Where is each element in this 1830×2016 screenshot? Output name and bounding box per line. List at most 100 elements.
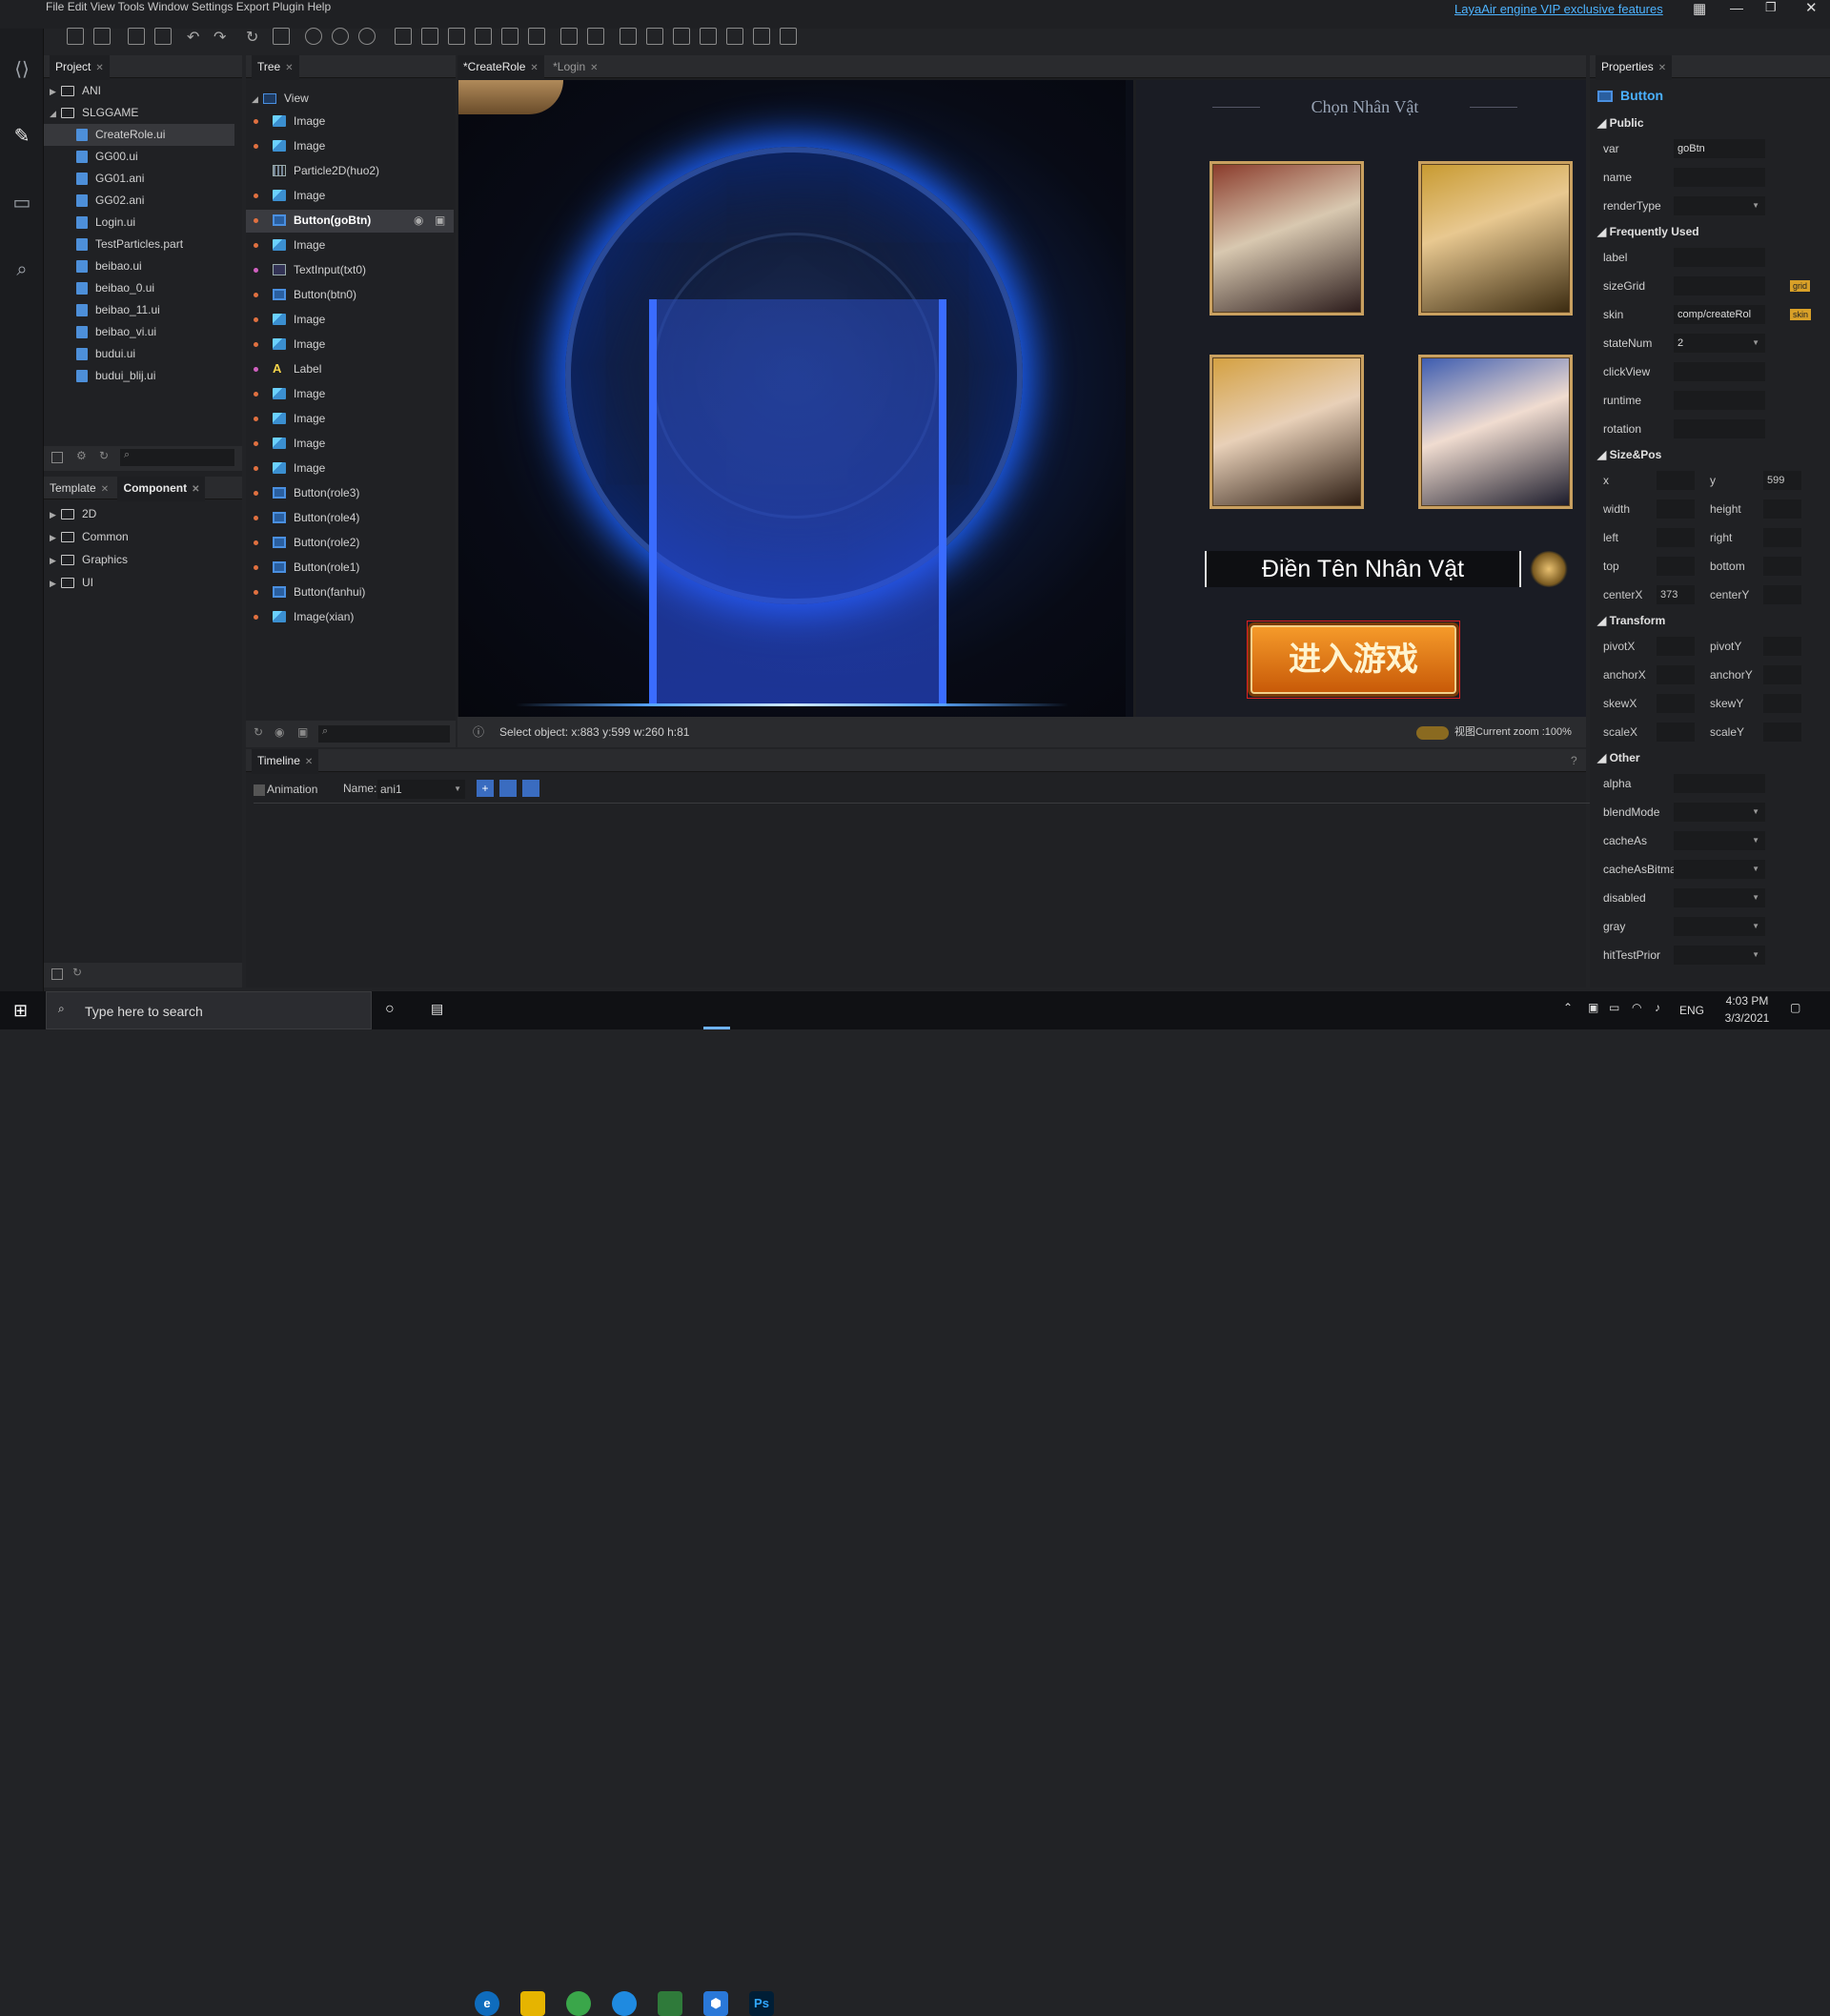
section-frequent[interactable]: ◢ Frequently Used — [1590, 221, 1780, 242]
distribute-v-icon[interactable] — [587, 28, 604, 45]
rotation-input[interactable] — [1674, 419, 1765, 438]
tray-chevron-icon[interactable]: ⌃ — [1563, 1001, 1573, 1014]
collapse-components-icon[interactable] — [51, 968, 63, 980]
layaair-taskbar-icon[interactable]: ⬢ — [703, 1991, 728, 2016]
align-top-icon[interactable] — [475, 28, 492, 45]
tab-login[interactable]: *Login ✕ — [547, 55, 603, 80]
component-folder[interactable]: ▶ Graphics — [44, 549, 128, 571]
search-icon[interactable]: ⌕ — [8, 255, 36, 284]
tree-node[interactable]: Image — [246, 433, 454, 456]
component-folder[interactable]: ▶ 2D — [44, 503, 96, 525]
close-window-icon[interactable]: ✕ — [1805, 0, 1818, 16]
wifi-icon[interactable]: ◠ — [1632, 1001, 1641, 1014]
tree-root-view[interactable]: ◢ View — [252, 88, 309, 110]
browser-icon[interactable] — [566, 1991, 591, 2016]
refresh-project-icon[interactable]: ↻ — [99, 449, 109, 462]
anchorx-input[interactable] — [1657, 665, 1695, 684]
menu-help[interactable]: Help — [307, 0, 331, 13]
tray-app-icon[interactable]: ▣ — [1588, 1001, 1598, 1014]
y-input[interactable]: 599 — [1763, 471, 1801, 490]
refresh-components-icon[interactable]: ↻ — [72, 966, 82, 979]
blendmode-select[interactable] — [1674, 803, 1765, 822]
gray-select[interactable] — [1674, 917, 1765, 936]
tree-node[interactable]: Image(xian) — [246, 606, 454, 629]
project-file[interactable]: GG02.ani — [44, 190, 234, 212]
align-bottom-icon[interactable] — [528, 28, 545, 45]
x-input[interactable] — [1657, 471, 1695, 490]
project-folder[interactable]: ◢ SLGGAME — [44, 102, 234, 124]
taskbar-search[interactable]: ⌕ Type here to search — [46, 991, 372, 1029]
skewx-input[interactable] — [1657, 694, 1695, 713]
section-other[interactable]: ◢ Other — [1590, 747, 1780, 768]
project-file[interactable]: GG01.ani — [44, 168, 234, 190]
project-file[interactable]: CreateRole.ui — [44, 124, 234, 146]
size-width-icon[interactable] — [646, 28, 663, 45]
centerx-input[interactable]: 373 — [1657, 585, 1695, 604]
bottom-input[interactable] — [1763, 557, 1801, 576]
component-folder[interactable]: ▶ Common — [44, 526, 129, 548]
label-input[interactable] — [1674, 248, 1765, 267]
lock-icon[interactable]: ▣ — [297, 725, 308, 739]
scalex-input[interactable] — [1657, 723, 1695, 742]
tree-node[interactable]: Button(fanhui) — [246, 581, 454, 604]
tree-node[interactable]: Button(role1) — [246, 557, 454, 580]
tree-node[interactable]: Image — [246, 135, 454, 158]
tree-node[interactable]: Button(role4) — [246, 507, 454, 530]
align-right-icon[interactable] — [448, 28, 465, 45]
size-height-icon[interactable] — [673, 28, 690, 45]
pivotx-input[interactable] — [1657, 637, 1695, 656]
menu-settings[interactable]: Settings — [192, 0, 233, 13]
centery-input[interactable] — [1763, 585, 1801, 604]
cacheasbitmap-select[interactable] — [1674, 860, 1765, 879]
role2-portrait[interactable] — [1418, 161, 1573, 316]
project-file[interactable]: beibao_0.ui — [44, 277, 234, 299]
rendertype-select[interactable] — [1674, 196, 1765, 215]
component-folder[interactable]: ▶ UI — [44, 572, 93, 594]
statenum-select[interactable]: 2 — [1674, 334, 1765, 353]
chat-icon[interactable]: ▭ — [8, 189, 36, 217]
section-sizepos[interactable]: ◢ Size&Pos — [1590, 444, 1780, 465]
restore-icon[interactable]: ❐ — [1765, 0, 1777, 15]
language-indicator[interactable]: ENG — [1679, 1004, 1704, 1017]
distribute-h-icon[interactable] — [560, 28, 578, 45]
clock-time[interactable]: 4:03 PM — [1723, 994, 1771, 1008]
undo-icon[interactable]: ↶ — [187, 28, 204, 46]
align-center-icon[interactable] — [421, 28, 438, 45]
publish-icon[interactable] — [273, 28, 290, 45]
vip-features-link[interactable]: LayaAir engine VIP exclusive features — [1454, 2, 1663, 16]
sizegrid-input[interactable] — [1674, 276, 1765, 295]
animation-checkbox[interactable] — [254, 784, 265, 796]
code-icon[interactable]: ⟨⟩ — [8, 55, 36, 84]
task-view-icon[interactable]: ▤ — [431, 1001, 443, 1017]
tree-node[interactable]: Image — [246, 458, 454, 480]
save-all-icon[interactable] — [154, 28, 172, 45]
tree-node[interactable]: Image — [246, 234, 454, 257]
top-input[interactable] — [1657, 557, 1695, 576]
menu-view[interactable]: View — [91, 0, 115, 13]
skewy-input[interactable] — [1763, 694, 1801, 713]
left-input[interactable] — [1657, 528, 1695, 547]
add-animation-icon[interactable]: + — [477, 780, 494, 797]
menu-tools[interactable]: Tools — [118, 0, 145, 13]
center-icon[interactable] — [780, 28, 797, 45]
zoom-toggle[interactable] — [1416, 726, 1449, 740]
zoom-in-icon[interactable] — [332, 28, 349, 45]
menu-window[interactable]: Window — [148, 0, 189, 13]
zoom-reset-icon[interactable] — [305, 28, 322, 45]
tree-node[interactable]: Button(btn0) — [246, 284, 454, 307]
tab-tree[interactable]: Tree ✕ — [252, 55, 299, 80]
settings-icon[interactable]: ⚙ — [76, 449, 87, 462]
refresh-icon[interactable]: ↻ — [246, 28, 263, 46]
save-icon[interactable] — [128, 28, 145, 45]
battery-icon[interactable]: ▭ — [1609, 1001, 1619, 1014]
new-project-icon[interactable] — [67, 28, 84, 45]
project-folder[interactable]: ▶ ANI — [44, 80, 234, 102]
visibility-icon[interactable]: ◉ — [274, 725, 284, 739]
tree-node[interactable]: TextInput(txt0) — [246, 259, 454, 282]
volume-icon[interactable]: ♪ — [1655, 1001, 1660, 1014]
collapse-icon[interactable] — [51, 452, 63, 463]
project-file[interactable]: beibao_vi.ui — [44, 321, 234, 343]
role1-portrait[interactable] — [1210, 161, 1364, 316]
tree-node[interactable]: Button(role2) — [246, 532, 454, 555]
tree-search-input[interactable]: ⌕ — [318, 725, 450, 743]
